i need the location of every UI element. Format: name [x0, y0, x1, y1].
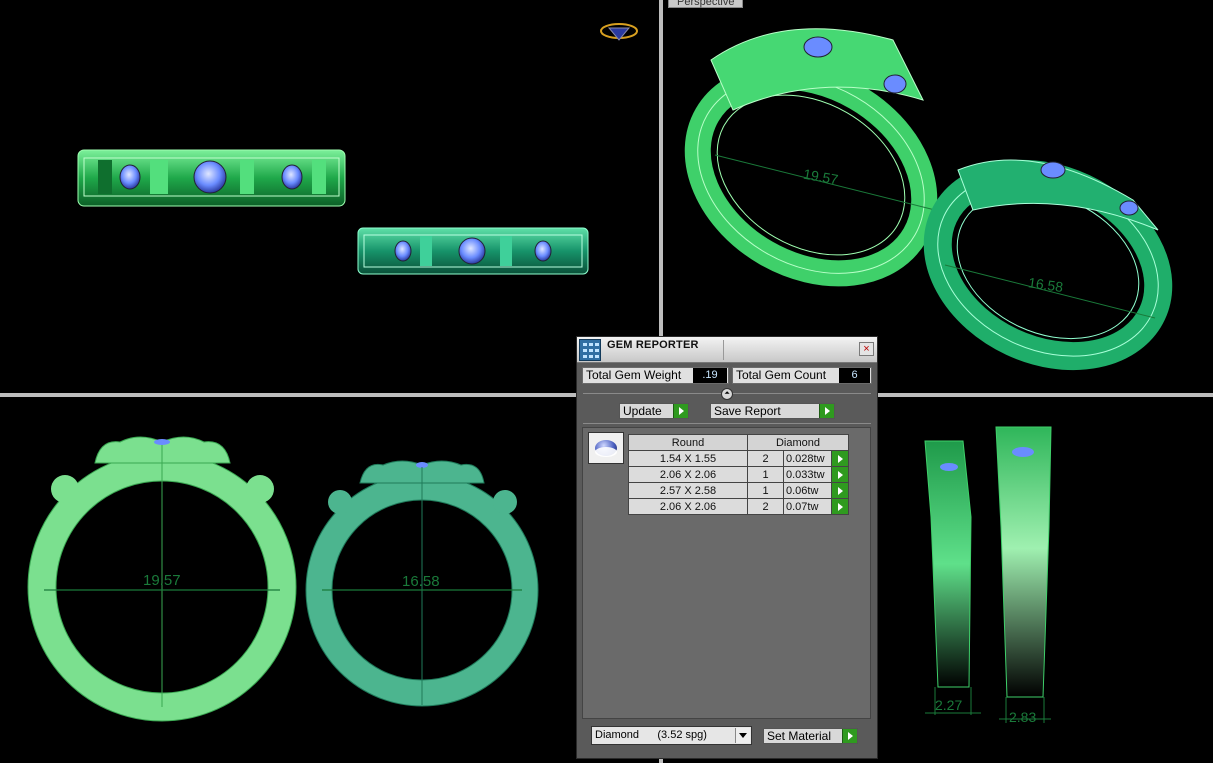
view-cube-icon[interactable]: [600, 23, 638, 41]
gem-table: Round Diamond 1.54 X 1.55 2 0.028tw 2.06…: [628, 434, 849, 515]
dialog-title-bar[interactable]: GEM REPORTER ×: [577, 337, 877, 363]
gem-size: 2.57 X 2.58: [628, 482, 748, 499]
section-separator-lower: [583, 423, 871, 424]
set-material-label: Set Material: [767, 729, 832, 743]
row-select-button[interactable]: [831, 450, 849, 467]
gem-reporter-app-icon: [579, 339, 601, 361]
gem-weight: 0.028tw: [783, 450, 832, 467]
viewport-front[interactable]: [0, 0, 659, 393]
row-select-button[interactable]: [831, 482, 849, 499]
gem-weight: 0.07tw: [783, 498, 832, 515]
dialog-title: GEM REPORTER: [607, 339, 699, 351]
gem-report-panel: Round Diamond 1.54 X 1.55 2 0.028tw 2.06…: [582, 427, 871, 719]
material-select[interactable]: Diamond (3.52 spg): [591, 726, 752, 745]
save-report-button[interactable]: Save Report: [710, 403, 835, 419]
profile-small: [995, 426, 1052, 723]
front-view-drawing: [77, 23, 638, 275]
dimension-label-side-a: 2.27: [935, 697, 962, 713]
gem-weight: 0.033tw: [783, 466, 832, 483]
round-gem-icon[interactable]: [588, 432, 624, 464]
save-report-play-icon: [819, 404, 834, 418]
dimension-label-side-b: 2.83: [1009, 709, 1036, 725]
table-row[interactable]: 2.06 X 2.06 2 0.07tw: [628, 498, 849, 515]
side-view-drawing: 19.57 16.58: [27, 436, 539, 722]
viewport-side[interactable]: 19.57 16.58: [0, 397, 659, 763]
viewport-perspective[interactable]: 19.57 16.58: [663, 0, 1213, 393]
dropdown-arrow-icon[interactable]: [735, 728, 750, 743]
profile-large: [924, 440, 981, 715]
gem-weight: 0.06tw: [783, 482, 832, 499]
gem-size: 2.06 X 2.06: [628, 498, 748, 515]
material-select-value: Diamond (3.52 spg): [595, 729, 707, 741]
header-material: Diamond: [747, 434, 849, 451]
gem-size: 2.06 X 2.06: [628, 466, 748, 483]
update-play-icon: [673, 404, 688, 418]
dimension-label-small-perspective: 16.58: [1027, 274, 1064, 295]
row-select-button[interactable]: [831, 498, 849, 515]
gem-count: 2: [747, 498, 784, 515]
perspective-view-drawing: 19.57 16.58: [684, 28, 1173, 371]
row-select-button[interactable]: [831, 466, 849, 483]
table-row[interactable]: 2.57 X 2.58 1 0.06tw: [628, 482, 849, 499]
close-button[interactable]: ×: [859, 342, 874, 356]
dimension-label-small-side: 16.58: [402, 573, 440, 590]
update-button[interactable]: Update: [619, 403, 689, 419]
ring-small-front: [357, 227, 589, 275]
ring-large-front: [77, 149, 346, 207]
save-report-label: Save Report: [714, 404, 781, 418]
gem-count: 2: [747, 450, 784, 467]
header-shape: Round: [628, 434, 748, 451]
gem-count: 1: [747, 466, 784, 483]
ring-small-perspective: [923, 159, 1173, 371]
gem-size: 1.54 X 1.55: [628, 450, 748, 467]
set-material-button[interactable]: Set Material: [763, 728, 858, 744]
viewport-label[interactable]: Perspective: [668, 0, 744, 8]
table-row[interactable]: 2.06 X 2.06 1 0.033tw: [628, 466, 849, 483]
collapse-arrow-icon[interactable]: ⏶: [721, 388, 733, 400]
dimension-label-large-perspective: 19.57: [802, 166, 839, 188]
dimension-label-large-side: 19.57: [143, 572, 181, 589]
gem-count: 1: [747, 482, 784, 499]
gem-reporter-dialog: GEM REPORTER × Total Gem Weight .19 Tota…: [576, 336, 878, 759]
table-row[interactable]: 1.54 X 1.55 2 0.028tw: [628, 450, 849, 467]
total-gem-count-value: 6: [839, 368, 870, 383]
update-button-label: Update: [623, 404, 662, 418]
set-material-play-icon: [842, 729, 857, 743]
title-separator: [723, 340, 724, 360]
total-gem-weight-value: .19: [693, 368, 727, 383]
